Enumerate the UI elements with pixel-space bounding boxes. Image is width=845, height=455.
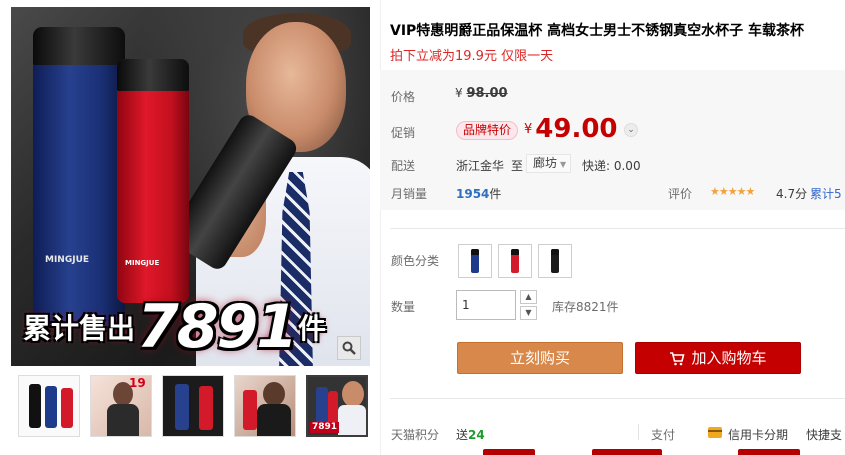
swatch-black-bottle xyxy=(551,249,559,273)
service-tag xyxy=(738,449,800,455)
quantity-label: 数量 xyxy=(391,300,416,314)
sales-banner-suffix: 件 xyxy=(298,312,327,345)
blue-bottle-brand: MINGJUE xyxy=(45,255,90,265)
blue-bottle-cap xyxy=(33,27,125,65)
points-prefix: 送 xyxy=(456,428,469,442)
thumbnail-2[interactable]: 19 xyxy=(90,375,152,437)
rating-stars: ★★★★★ xyxy=(710,185,755,198)
credit-card-installment[interactable]: 信用卡分期 xyxy=(728,426,788,443)
sales-banner-prefix: 累计售出 xyxy=(23,312,136,345)
blue-bottle: MINGJUE xyxy=(33,27,125,327)
monthly-sales-unit: 件 xyxy=(489,187,502,201)
monthly-sales: 1954件 xyxy=(456,185,501,202)
product-title: VIP特惠明爵正品保温杯 高档女士男士不锈钢真空水杯子 车载茶杯 xyxy=(390,23,805,39)
original-price-value: 98.00 xyxy=(466,86,508,101)
product-subtitle: 拍下立减为19.9元 仅限一天 xyxy=(390,49,554,64)
original-price: ¥ 98.00 xyxy=(455,86,508,101)
swatch-red-bottle xyxy=(511,249,519,273)
shipping-origin: 浙江金华 xyxy=(456,159,505,173)
shipping-express: 快递: 0.00 xyxy=(582,159,641,173)
price-label: 价格 xyxy=(391,90,416,104)
credit-card-icon xyxy=(708,427,722,438)
quantity-decrease-button[interactable]: ▼ xyxy=(520,306,537,320)
rating-score: 4.7分 xyxy=(776,187,808,201)
thumbnail-3[interactable] xyxy=(162,375,224,437)
sales-banner: 累计售出 7891 件 xyxy=(23,289,358,357)
shipping-destination: 廊坊 xyxy=(533,156,558,170)
zoom-icon[interactable] xyxy=(337,336,361,360)
payment-label: 支付 xyxy=(651,428,676,442)
red-bottle-brand: MINGJUE xyxy=(125,259,160,267)
caret-down-icon: ▼ xyxy=(560,160,567,169)
thumbnail-2-tag: 19 xyxy=(129,376,146,390)
promo-price-value: 49.00 xyxy=(535,114,618,144)
promo-price: ¥49.00 xyxy=(524,114,618,144)
red-bottle: MINGJUE xyxy=(117,59,189,303)
chevron-down-icon[interactable]: ⌄ xyxy=(624,123,638,137)
service-tag xyxy=(483,449,535,455)
shipping-to-word: 至 xyxy=(511,159,524,173)
color-swatch-blue[interactable] xyxy=(458,244,492,278)
service-tag xyxy=(592,449,662,455)
promo-badge: 品牌特价 xyxy=(456,121,519,140)
thumbnail-5[interactable]: 7891 xyxy=(306,375,368,437)
color-label: 颜色分类 xyxy=(391,254,440,268)
monthly-sales-count: 1954 xyxy=(456,187,490,201)
buy-now-button[interactable]: 立刻购买 xyxy=(457,342,623,374)
points-number: 24 xyxy=(468,428,485,442)
thumbnail-4[interactable] xyxy=(234,375,296,437)
quantity-increase-button[interactable]: ▲ xyxy=(520,290,537,304)
main-product-image[interactable]: MINGJUE MINGJUE 累计售出 7891 件 xyxy=(11,7,370,366)
separator xyxy=(638,424,639,440)
promo-label: 促销 xyxy=(391,126,416,140)
divider xyxy=(390,398,845,399)
color-swatch-black[interactable] xyxy=(538,244,572,278)
column-divider xyxy=(380,0,381,455)
stock-count: 库存8821件 xyxy=(552,300,619,314)
promo-price-currency: ¥ xyxy=(524,122,533,137)
shipping-label: 配送 xyxy=(391,159,416,173)
cart-icon xyxy=(669,346,686,376)
shipping-destination-select[interactable]: 廊坊 ▼ xyxy=(526,154,572,173)
total-reviews-link[interactable]: 累计5 xyxy=(810,185,842,202)
quick-pay[interactable]: 快捷支 xyxy=(806,426,842,443)
color-swatch-red[interactable] xyxy=(498,244,532,278)
add-to-cart-button[interactable]: 加入购物车 xyxy=(635,342,801,374)
monthly-sales-label: 月销量 xyxy=(391,187,428,201)
add-to-cart-label: 加入购物车 xyxy=(691,349,767,367)
quantity-input[interactable] xyxy=(456,290,516,320)
thumbnail-1[interactable] xyxy=(18,375,80,437)
sales-banner-number: 7891 xyxy=(137,292,298,362)
points-value: 送24 xyxy=(456,426,485,443)
red-bottle-cap xyxy=(117,59,189,91)
thumbnail-strip: 19 7891 xyxy=(18,375,368,441)
points-label: 天猫积分 xyxy=(391,428,440,442)
swatch-blue-bottle xyxy=(471,249,479,273)
divider xyxy=(390,228,845,229)
thumbnail-5-tag: 7891 xyxy=(310,422,340,433)
rating-label: 评价 xyxy=(668,187,693,201)
original-price-currency: ¥ xyxy=(455,86,463,100)
